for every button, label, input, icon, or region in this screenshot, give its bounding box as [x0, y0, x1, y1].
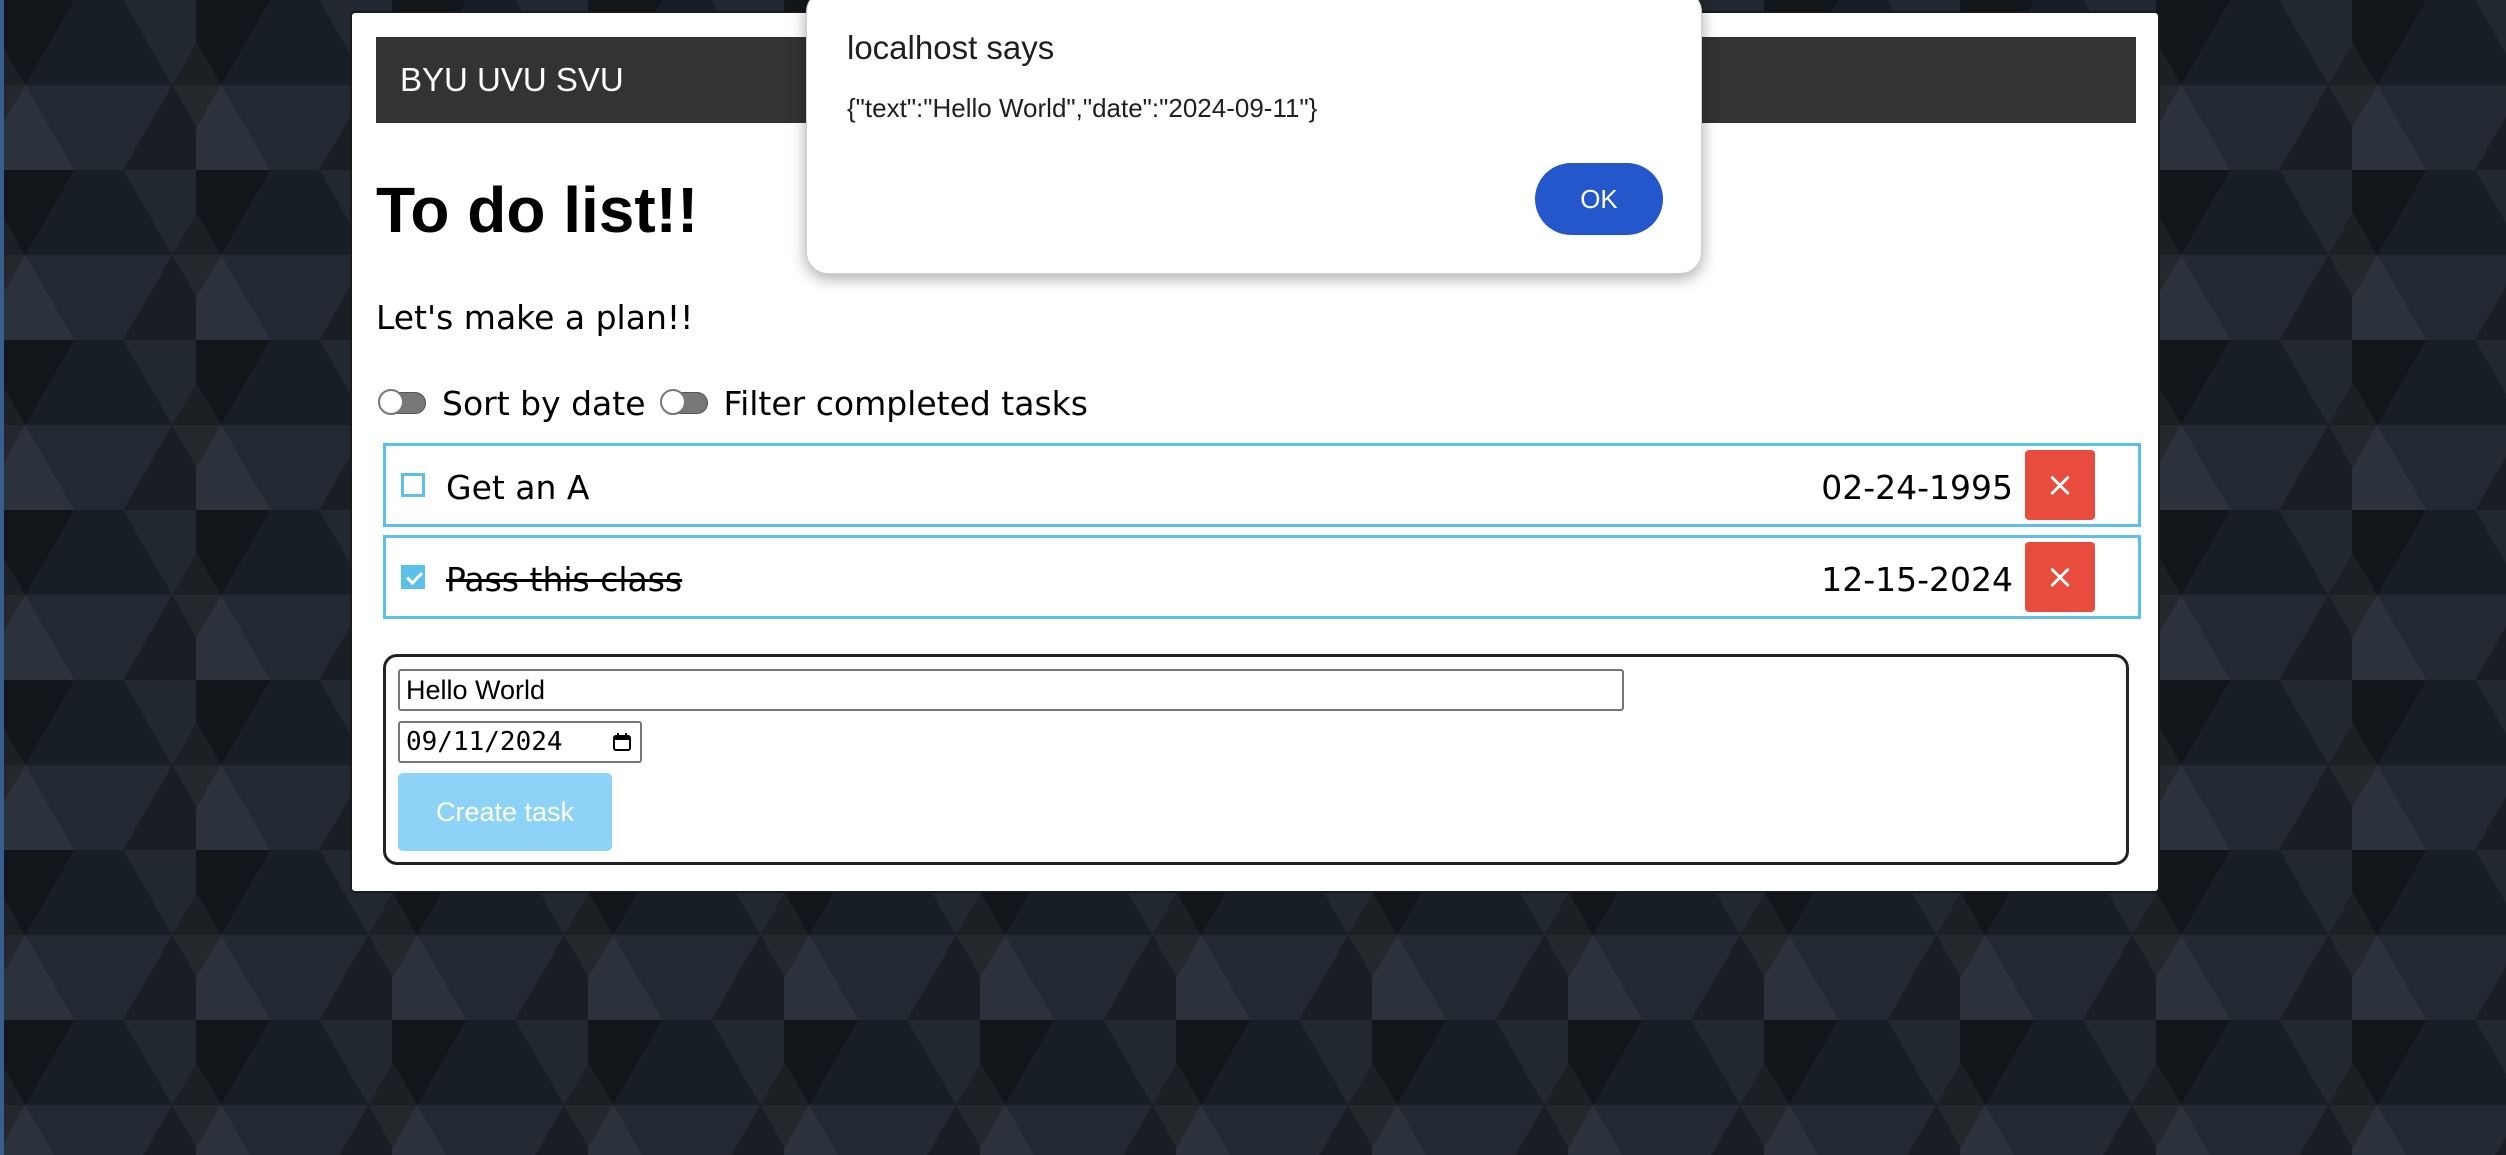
task-date-input[interactable]: 09/11/2024	[398, 721, 642, 763]
task-row: Pass this class 12-15-2024 ×	[383, 535, 2141, 619]
task-date: 12-15-2024	[1821, 560, 2013, 599]
alert-dialog: localhost says {"text":"Hello World","da…	[806, 0, 1702, 274]
close-icon: ×	[2045, 465, 2075, 505]
task-row: Get an A 02-24-1995 ×	[383, 443, 2141, 527]
create-task-form: 09/11/2024 Create task	[383, 654, 2129, 865]
task-text-input[interactable]	[398, 669, 1624, 711]
page-subtitle: Let's make a plan!!	[376, 298, 694, 337]
task-date: 02-24-1995	[1821, 468, 2013, 507]
sort-by-date-label: Sort by date	[442, 383, 646, 423]
task-text-completed: Pass this class	[446, 560, 683, 599]
sort-by-date-toggle[interactable]	[378, 389, 426, 415]
brand-title: BYU UVU SVU	[400, 61, 624, 98]
task-checkbox[interactable]	[401, 473, 425, 497]
task-text: Get an A	[446, 468, 590, 507]
toggle-bar: Sort by date Filter completed tasks	[378, 373, 1104, 433]
close-icon: ×	[2045, 557, 2075, 597]
filter-completed-label: Filter completed tasks	[723, 383, 1088, 423]
alert-title: localhost says	[847, 29, 1055, 66]
delete-task-button[interactable]: ×	[2025, 542, 2095, 612]
alert-ok-button[interactable]: OK	[1535, 163, 1663, 235]
filter-completed-toggle[interactable]	[659, 389, 708, 415]
window-edge	[0, 0, 4, 1155]
calendar-icon[interactable]	[612, 732, 632, 752]
delete-task-button[interactable]: ×	[2025, 450, 2095, 520]
date-input-value: 09/11/2024	[406, 727, 563, 757]
page-title: To do list!!	[376, 174, 699, 246]
task-checkbox-checked[interactable]	[401, 565, 425, 589]
alert-message: {"text":"Hello World","date":"2024-09-11…	[847, 93, 1318, 123]
toggle-knob	[659, 389, 686, 415]
toggle-knob	[378, 389, 404, 415]
create-task-button[interactable]: Create task	[398, 773, 612, 851]
